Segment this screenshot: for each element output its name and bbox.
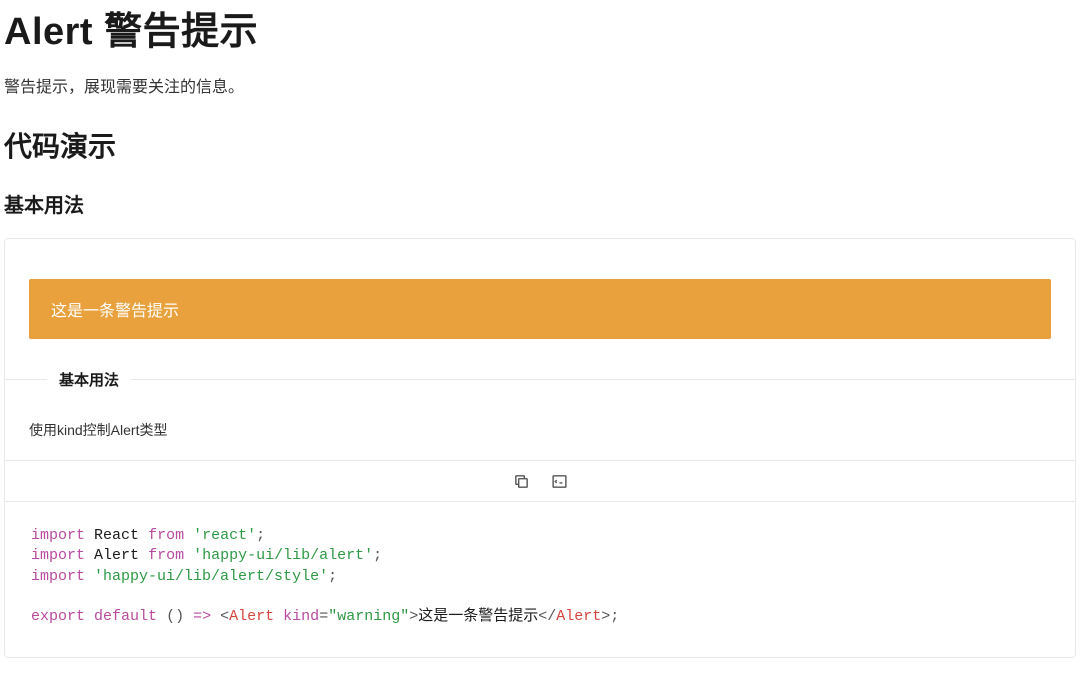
alert-warning: 这是一条警告提示 — [29, 279, 1051, 339]
code-tok: React — [94, 527, 139, 544]
code-tok: 'happy-ui/lib/alert/style' — [94, 568, 328, 585]
code-tok: default — [94, 608, 157, 625]
code-tok: import — [31, 547, 85, 564]
code-tok: </ — [538, 608, 556, 625]
demo-code: import React from 'react'; import Alert … — [5, 501, 1075, 657]
code-tok: kind — [283, 608, 319, 625]
code-tok: Alert — [229, 608, 274, 625]
code-tok: export — [31, 608, 85, 625]
code-tok: ; — [256, 527, 265, 544]
code-tok: "warning" — [328, 608, 409, 625]
code-tok: Alert — [556, 608, 601, 625]
code-tok: 这是一条警告提示 — [418, 608, 538, 625]
code-tok: = — [319, 608, 328, 625]
page-title: Alert 警告提示 — [4, 0, 1076, 55]
code-tok: () — [166, 608, 184, 625]
code-tok: import — [31, 527, 85, 544]
code-tok: from — [148, 547, 184, 564]
demo-card: 这是一条警告提示 基本用法 使用kind控制Alert类型 import Rea… — [4, 238, 1076, 658]
basic-usage-heading: 基本用法 — [4, 189, 1076, 218]
code-tok: ; — [373, 547, 382, 564]
code-tok: from — [148, 527, 184, 544]
code-demo-heading: 代码演示 — [4, 125, 1076, 165]
toggle-code-icon[interactable] — [549, 471, 569, 491]
page-subtitle: 警告提示，展现需要关注的信息。 — [4, 73, 1076, 97]
code-tok: 'happy-ui/lib/alert' — [193, 547, 373, 564]
demo-preview: 这是一条警告提示 — [5, 239, 1075, 379]
code-tok: < — [220, 608, 229, 625]
demo-actions — [5, 460, 1075, 501]
code-tok: import — [31, 568, 85, 585]
code-tok: > — [601, 608, 610, 625]
demo-meta: 基本用法 使用kind控制Alert类型 — [5, 379, 1075, 460]
code-tok: Alert — [94, 547, 139, 564]
copy-icon[interactable] — [511, 471, 531, 491]
code-tok: ; — [610, 608, 619, 625]
demo-meta-desc: 使用kind控制Alert类型 — [29, 420, 1051, 440]
code-tok: => — [193, 608, 211, 625]
demo-meta-title: 基本用法 — [47, 369, 131, 390]
code-tok: > — [409, 608, 418, 625]
code-tok: ; — [328, 568, 337, 585]
code-tok: 'react' — [193, 527, 256, 544]
